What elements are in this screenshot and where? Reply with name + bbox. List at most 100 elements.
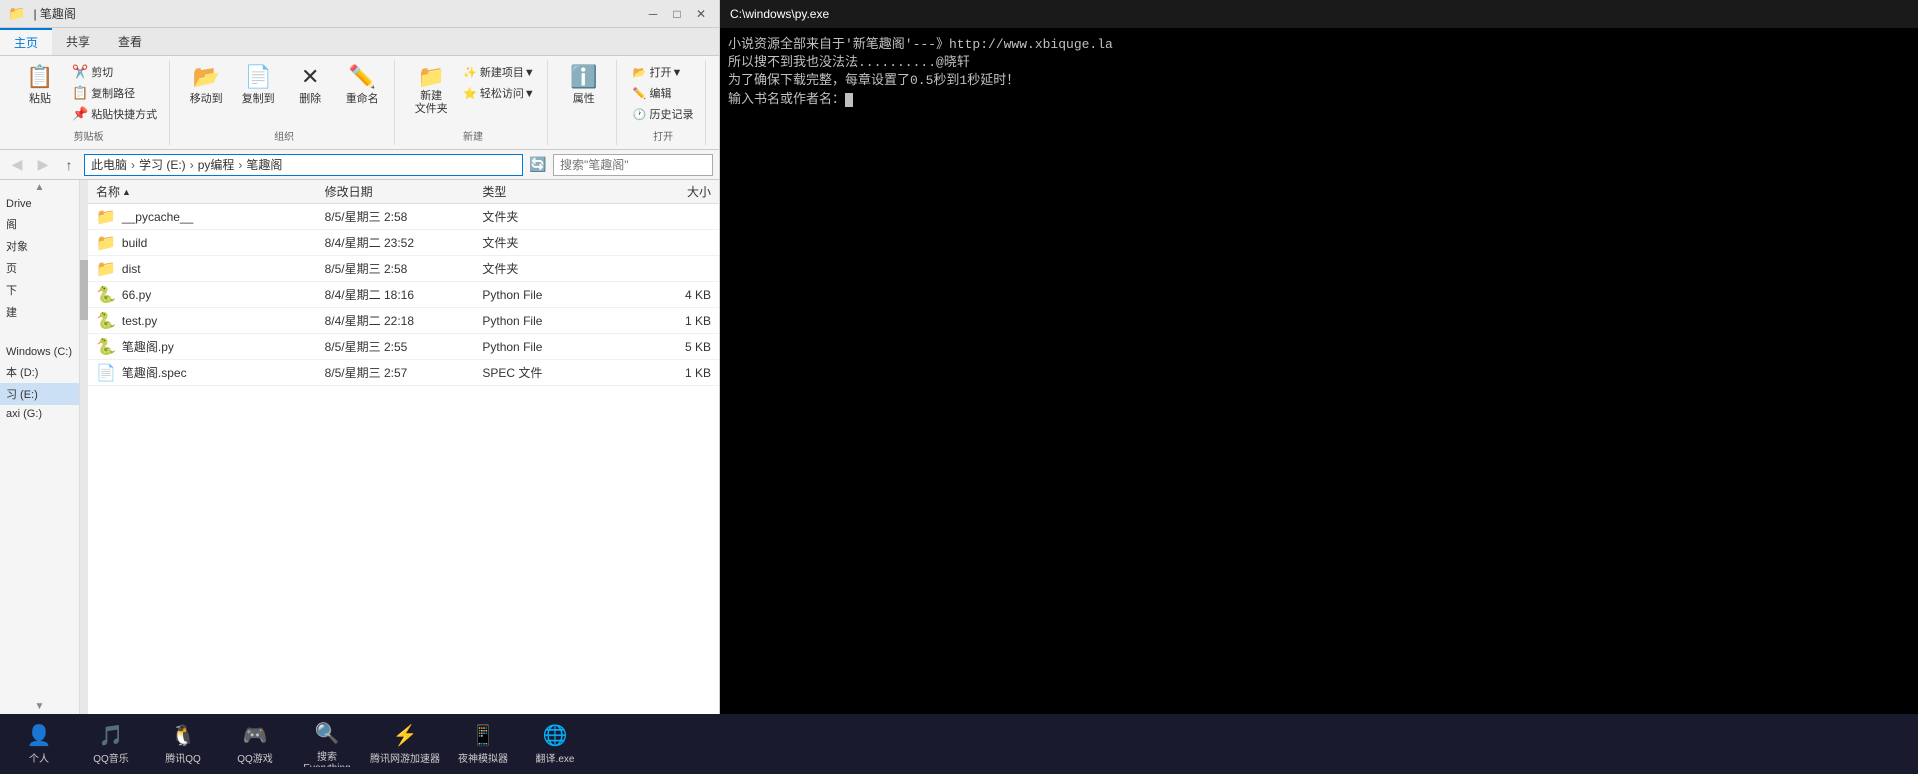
col-header-type[interactable]: 类型	[474, 182, 632, 201]
file-type: 文件夹	[474, 208, 632, 225]
file-type: SPEC 文件	[474, 364, 632, 381]
cmd-line-3: 输入书名或作者名：	[728, 92, 845, 107]
organize-group-label: 组织	[274, 126, 294, 143]
cmd-line-2: 为了确保下载完整，每章设置了0.5秒到1秒延时！	[728, 73, 1019, 88]
new-folder-button[interactable]: 📁 新建文件夹	[407, 62, 455, 120]
taskbar-icon-7: 🌐	[543, 723, 568, 748]
file-date: 8/4/星期二 18:16	[317, 286, 475, 303]
paste-button[interactable]: 📋 粘贴	[16, 62, 64, 110]
open-button[interactable]: 📂 打开▼	[629, 62, 698, 82]
taskbar-item-7[interactable]: 🌐 翻译.exe	[520, 717, 590, 771]
refresh-button[interactable]: 🔄	[527, 154, 549, 176]
tab-share[interactable]: 共享	[52, 28, 104, 55]
sidebar-drive-c[interactable]: Windows (C:)	[0, 343, 79, 361]
cut-button[interactable]: ✂️ 剪切	[68, 62, 161, 82]
file-date: 8/5/星期三 2:58	[317, 260, 475, 277]
taskbar-item-3[interactable]: 🎮 QQ游戏	[220, 717, 290, 771]
taskbar-label-0: 个人	[29, 750, 49, 765]
ribbon-group-properties: ℹ️ 属性	[552, 60, 617, 145]
taskbar-label-7: 翻译.exe	[536, 750, 575, 765]
sidebar-item-object[interactable]: 对象	[0, 235, 79, 257]
sidebar-scroll-up[interactable]: ▲	[0, 180, 79, 195]
properties-button[interactable]: ℹ️ 属性	[560, 62, 608, 110]
sidebar-item-down[interactable]: 下	[0, 279, 79, 301]
ribbon-group-open: 📂 打开▼ ✏️ 编辑 🕐 历史记录	[621, 60, 707, 145]
file-date: 8/5/星期三 2:58	[317, 208, 475, 225]
window-controls: ─ □ ✕	[643, 4, 711, 24]
table-row[interactable]: 📄 笔趣阁.spec 8/5/星期三 2:57 SPEC 文件 1 KB	[88, 360, 719, 386]
address-path[interactable]: 此电脑 › 学习 (E:) › py编程 › 笔趣阁	[84, 154, 523, 176]
table-row[interactable]: 📁 build 8/4/星期二 23:52 文件夹	[88, 230, 719, 256]
edit-button[interactable]: ✏️ 编辑	[629, 83, 698, 103]
path-segment-3: 笔趣阁	[246, 156, 282, 173]
file-size: 1 KB	[632, 366, 719, 380]
address-bar: ◀ ▶ ↑ 此电脑 › 学习 (E:) › py编程 › 笔趣阁 🔄	[0, 150, 719, 180]
table-row[interactable]: 🐍 66.py 8/4/星期二 18:16 Python File 4 KB	[88, 282, 719, 308]
close-button[interactable]: ✕	[691, 4, 711, 24]
table-row[interactable]: 📁 dist 8/5/星期三 2:58 文件夹	[88, 256, 719, 282]
file-date: 8/5/星期三 2:55	[317, 338, 475, 355]
cmd-title: C:\windows\py.exe	[730, 7, 829, 21]
sort-arrow: ▲	[122, 187, 131, 197]
col-header-size[interactable]: 大小	[632, 182, 719, 201]
easy-access-button[interactable]: ⭐ 轻松访问▼	[459, 83, 539, 103]
table-row[interactable]: 🐍 笔趣阁.py 8/5/星期三 2:55 Python File 5 KB	[88, 334, 719, 360]
sidebar-drive-e[interactable]: 习 (E:)	[0, 383, 79, 405]
file-name: 笔趣阁.py	[122, 338, 174, 355]
move-icon: 📂	[192, 66, 219, 88]
sidebar-item-page[interactable]: 页	[0, 257, 79, 279]
ribbon-group-clipboard: 📋 粘贴 ✂️ 剪切 📋 复制路径	[8, 60, 170, 145]
new-group-label: 新建	[463, 126, 483, 143]
sidebar: ▲ Drive 阁 对象 页 下 建 Windows (C:) 本 (D:) 习…	[0, 180, 80, 714]
cmd-content[interactable]: 小说资源全部来自于'新笔趣阁'---》http://www.xbiquge.la…	[720, 28, 1918, 714]
paste-shortcut-button[interactable]: 📌 粘贴快捷方式	[68, 104, 161, 124]
sidebar-drive-g[interactable]: axi (G:)	[0, 405, 79, 423]
file-type: Python File	[474, 288, 632, 302]
sidebar-item-build[interactable]: 建	[0, 301, 79, 323]
taskbar-icon-1: 🎵	[99, 723, 124, 748]
table-row[interactable]: 🐍 test.py 8/4/星期二 22:18 Python File 1 KB	[88, 308, 719, 334]
maximize-button[interactable]: □	[667, 4, 687, 24]
sidebar-item-ge[interactable]: 阁	[0, 213, 79, 235]
taskbar-label-3: QQ游戏	[237, 750, 273, 765]
back-button[interactable]: ◀	[6, 154, 28, 176]
new-folder-icon: 📁	[417, 66, 444, 88]
rename-icon: ✏️	[348, 66, 375, 88]
tab-view[interactable]: 查看	[104, 28, 156, 55]
delete-button[interactable]: ✕ 删除	[286, 62, 334, 110]
search-input[interactable]	[553, 154, 713, 176]
file-icon: 📁	[96, 207, 116, 227]
move-to-button[interactable]: 📂 移动到	[182, 62, 230, 110]
sidebar-drive-d[interactable]: 本 (D:)	[0, 361, 79, 383]
taskbar-item-0[interactable]: 👤 个人	[4, 717, 74, 771]
cmd-window: C:\windows\py.exe 小说资源全部来自于'新笔趣阁'---》htt…	[720, 0, 1918, 714]
path-segment-2: py编程	[198, 156, 235, 173]
new-item-button[interactable]: ✨ 新建项目▼	[459, 62, 539, 82]
table-row[interactable]: 📁 __pycache__ 8/5/星期三 2:58 文件夹	[88, 204, 719, 230]
taskbar-item-2[interactable]: 🐧 腾讯QQ	[148, 717, 218, 771]
easy-access-icon: ⭐	[463, 87, 477, 100]
rename-button[interactable]: ✏️ 重命名	[338, 62, 386, 110]
minimize-button[interactable]: ─	[643, 4, 663, 24]
copy-path-button[interactable]: 📋 复制路径	[68, 83, 161, 103]
taskbar-item-4[interactable]: 🔍 搜索Everything	[292, 717, 362, 771]
forward-button[interactable]: ▶	[32, 154, 54, 176]
path-segment-0: 此电脑	[91, 156, 127, 173]
history-button[interactable]: 🕐 历史记录	[629, 104, 698, 124]
sidebar-item-drive[interactable]: Drive	[0, 195, 79, 213]
sidebar-scrollbar[interactable]	[80, 180, 88, 714]
col-header-date[interactable]: 修改日期	[317, 182, 475, 201]
taskbar-item-5[interactable]: ⚡ 腾讯网游加速器	[364, 717, 446, 771]
taskbar-item-1[interactable]: 🎵 QQ音乐	[76, 717, 146, 771]
taskbar-icon-5: ⚡	[393, 723, 418, 748]
taskbar-item-6[interactable]: 📱 夜神模拟器	[448, 717, 518, 771]
sidebar-scroll-down[interactable]: ▼	[0, 699, 79, 714]
paste-icon: 📋	[26, 66, 53, 88]
col-header-name[interactable]: 名称 ▲	[88, 182, 317, 201]
file-date: 8/5/星期三 2:57	[317, 364, 475, 381]
open-icon: 📂	[633, 66, 647, 79]
taskbar-label-1: QQ音乐	[93, 750, 129, 765]
tab-home[interactable]: 主页	[0, 28, 52, 55]
up-button[interactable]: ↑	[58, 154, 80, 176]
copy-to-button[interactable]: 📄 复制到	[234, 62, 282, 110]
